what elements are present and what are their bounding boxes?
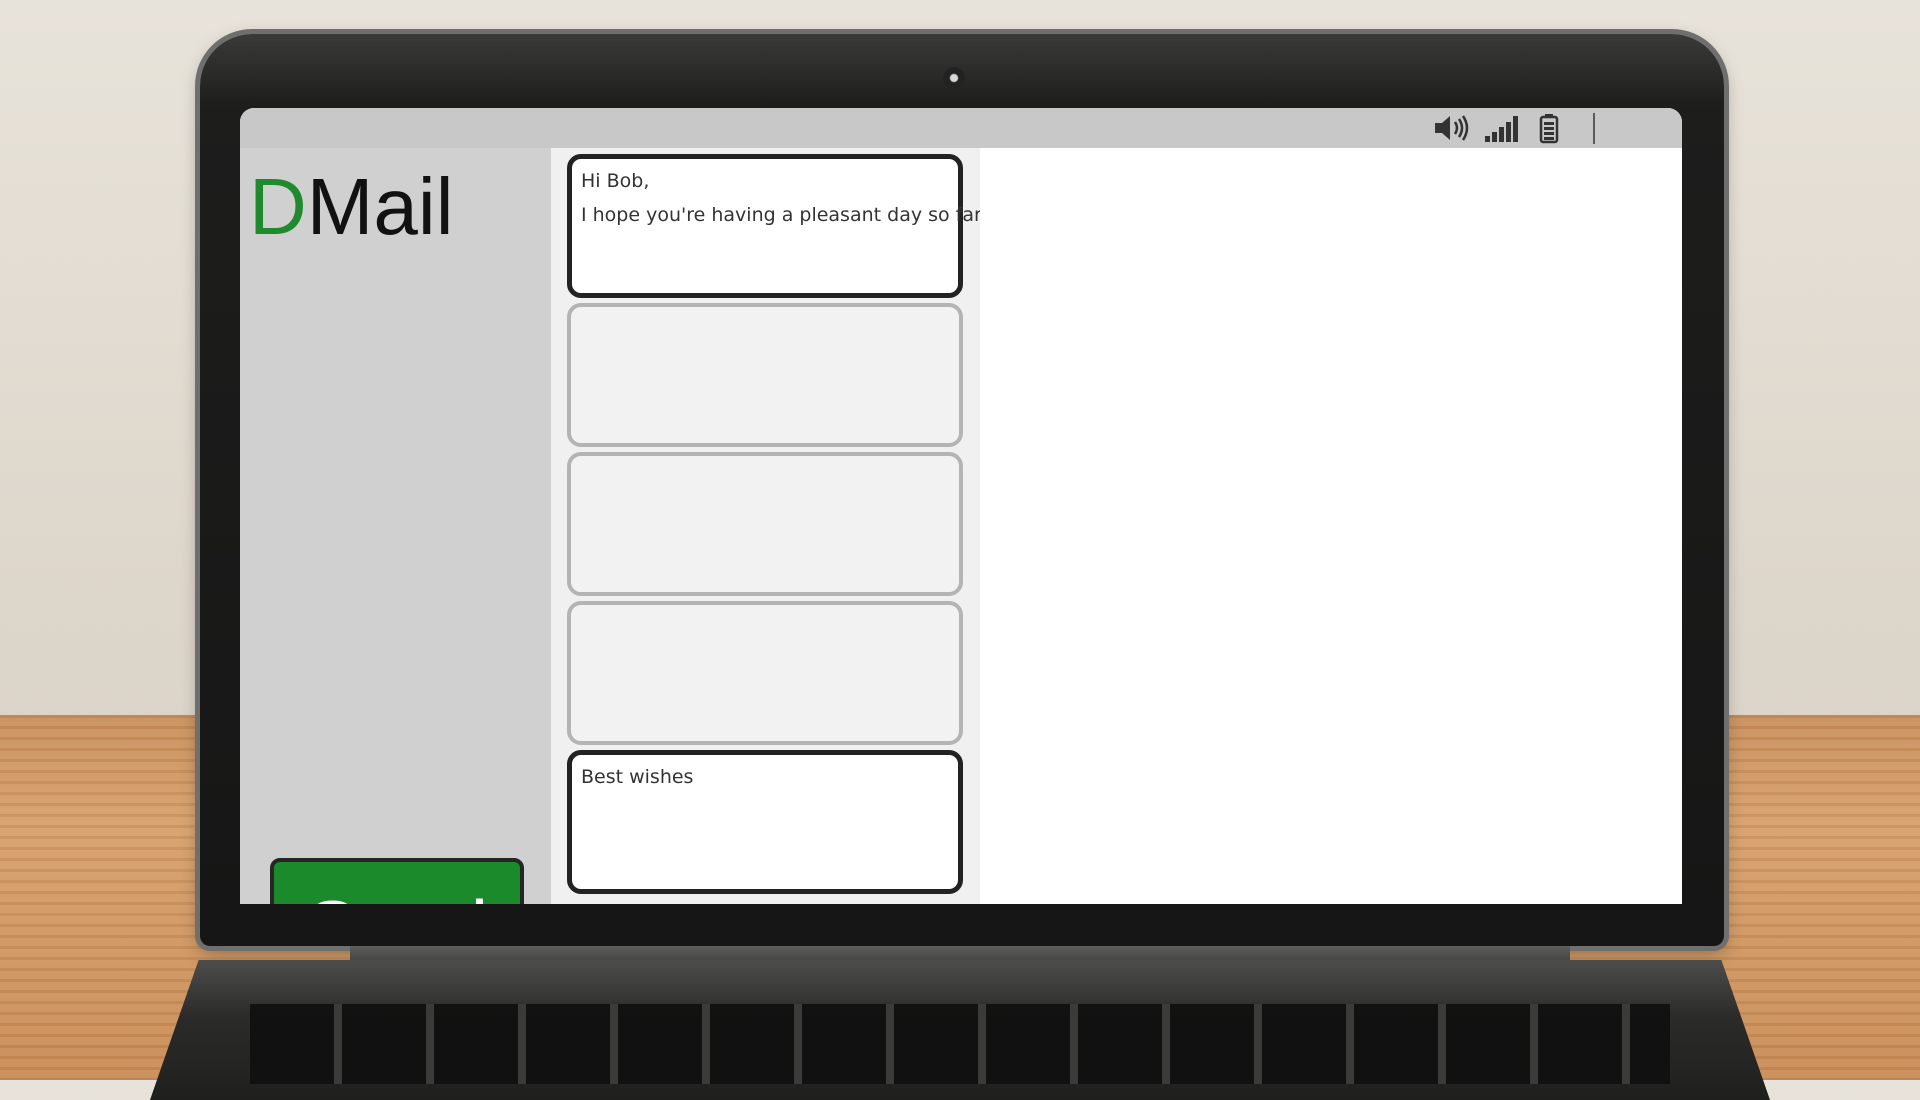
block-line: Best wishes [581, 766, 694, 788]
signoff-block[interactable]: Best wishes [567, 750, 963, 894]
send-button[interactable]: Send [270, 858, 524, 904]
empty-block[interactable] [567, 303, 963, 447]
empty-block[interactable] [567, 601, 963, 745]
screen: DMail Send Hi Bob, I hope you're having … [240, 108, 1682, 904]
speaker-icon[interactable] [1433, 112, 1471, 149]
signal-icon[interactable] [1484, 112, 1524, 149]
sidebar: DMail Send [240, 148, 551, 904]
email-composer: Hi Bob, I hope you're having a pleasant … [551, 148, 987, 904]
logo-text: Mail [306, 162, 454, 251]
block-line: I hope you're having a pleasant day so f… [581, 204, 987, 226]
status-divider [1593, 113, 1595, 144]
keyboard [250, 1004, 1670, 1084]
app-logo: DMail [249, 162, 453, 252]
webcam [943, 67, 965, 89]
status-bar [240, 108, 1682, 148]
battery-icon[interactable] [1538, 112, 1560, 149]
block-line: Hi Bob, [581, 170, 650, 192]
empty-block[interactable] [567, 452, 963, 596]
greeting-block[interactable]: Hi Bob, I hope you're having a pleasant … [567, 154, 987, 298]
main-content-area [980, 148, 1682, 904]
logo-letter-d: D [249, 162, 307, 251]
